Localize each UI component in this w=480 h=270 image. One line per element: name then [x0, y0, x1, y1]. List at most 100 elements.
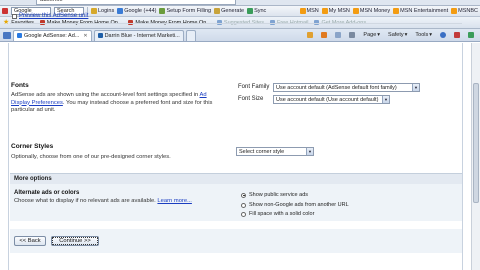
chevron-down-icon: ▼ — [382, 96, 389, 103]
font-family-value: Use account default (AdSense default fon… — [276, 84, 397, 91]
safety-menu-label: Safety — [388, 32, 404, 38]
help-icon — [440, 32, 446, 38]
tab-darrin-blue[interactable]: Darrin Blue - Internet Marketi... — [93, 29, 184, 41]
scrollbar-thumb[interactable] — [473, 83, 479, 203]
preview-ad-link[interactable]: Preview this AdSense unit — [12, 13, 88, 19]
toolbar-msn-entertainment[interactable]: MSN Entertainment — [393, 8, 448, 14]
font-size-label: Font Size — [238, 96, 264, 102]
toolbar-my-msn[interactable]: My MSN — [321, 8, 350, 14]
radio-unselected-icon — [241, 202, 246, 208]
back-button[interactable]: << Back — [14, 236, 46, 246]
page-menu[interactable]: Page ▾ — [363, 32, 380, 38]
google-logo-icon — [2, 8, 8, 14]
toolbar-my-msn-label: My MSN — [328, 8, 350, 14]
continue-button[interactable]: Continue >> — [51, 236, 99, 246]
toolbar-form-filling[interactable]: Setup Form Filling — [159, 8, 211, 14]
star-icon: ★ — [3, 19, 10, 26]
toolbar-msn[interactable]: MSN — [299, 8, 319, 14]
mail-icon — [335, 32, 342, 38]
blog-favicon-icon — [97, 33, 103, 38]
chevron-down-icon: ▾ — [429, 32, 432, 38]
toolbar-msn-money-label: MSN Money — [359, 8, 391, 14]
toolbar-logins[interactable]: Logins — [91, 8, 114, 14]
font-size-value: Use account default (Use account default… — [276, 96, 379, 103]
chevron-down-icon: ▾ — [377, 32, 381, 38]
toolbar-generate-label: Generate — [221, 8, 245, 14]
toolbar-logins-label: Logins — [98, 8, 115, 14]
command-bar: Page ▾ Safety ▾ Tools ▾ — [307, 32, 480, 38]
radio-solid-color[interactable]: Fill space with a solid color — [241, 211, 314, 217]
radio-public-service-ads-label: Show public service ads — [249, 192, 309, 198]
google-favicon-icon — [17, 33, 22, 38]
messenger-icon — [468, 32, 474, 38]
corner-style-select[interactable]: Select corner style ▼ — [236, 147, 314, 156]
toolbar-google-44-label: Google (+44) — [124, 8, 157, 14]
learn-more-link[interactable]: Learn more... — [157, 198, 191, 204]
google-g-icon — [117, 8, 124, 14]
mail-button[interactable] — [335, 32, 342, 38]
help-button[interactable] — [440, 32, 446, 38]
key-icon — [91, 8, 97, 14]
alternate-ads-description: Choose what to display if no relevant ad… — [14, 198, 239, 206]
corner-style-value: Select corner style — [239, 148, 285, 155]
print-button[interactable] — [349, 32, 356, 38]
form-icon — [159, 8, 166, 14]
tools-menu[interactable]: Tools ▾ — [415, 32, 432, 38]
toolbar-sync-label: Sync — [254, 8, 267, 14]
msn-butterfly-icon — [451, 8, 458, 14]
sync-icon — [247, 8, 254, 14]
page-scrollbar[interactable] — [471, 43, 480, 270]
fonts-text-before: AdSense ads are shown using the account-… — [11, 92, 200, 98]
chevron-down-icon: ▼ — [412, 84, 419, 91]
msn-butterfly-icon — [321, 8, 328, 14]
more-options-heading: More options — [14, 176, 52, 182]
toolbar-msnbc-label: MSNBC — [458, 8, 478, 14]
alternate-ads-heading: Alternate ads or colors — [14, 190, 80, 196]
close-tab-icon[interactable]: ✕ — [83, 33, 87, 39]
corner-styles-heading: Corner Styles — [11, 143, 54, 150]
research-icon — [454, 32, 460, 38]
radio-solid-color-label: Fill space with a solid color — [249, 211, 315, 217]
radio-public-service-ads[interactable]: Show public service ads — [241, 192, 308, 198]
address-bar[interactable] — [36, 0, 236, 5]
messenger-button[interactable] — [468, 32, 474, 38]
alternate-ads-text: Choose what to display if no relevant ad… — [14, 198, 156, 204]
home-icon — [307, 32, 314, 38]
home-button[interactable] — [307, 32, 314, 38]
preview-checkbox-icon — [12, 13, 17, 19]
font-size-select[interactable]: Use account default (Use account default… — [273, 95, 390, 104]
tab-darrin-blue-label: Darrin Blue - Internet Marketi... — [104, 32, 180, 39]
divider — [10, 23, 462, 24]
fonts-heading: Fonts — [11, 82, 29, 89]
chevron-down-icon: ▾ — [404, 32, 408, 38]
feeds-icon — [321, 32, 328, 38]
toolbar-sync[interactable]: Sync — [247, 8, 266, 14]
msn-butterfly-icon — [299, 8, 306, 14]
toolbar-generate[interactable]: Generate — [214, 8, 244, 14]
toolbar-msnbc[interactable]: MSNBC — [451, 8, 480, 14]
tab-list-icon[interactable] — [3, 31, 11, 39]
chevron-down-icon: ▼ — [306, 148, 313, 155]
toolbar-form-filling-label: Setup Form Filling — [166, 8, 212, 14]
fonts-description: AdSense ads are shown using the account-… — [11, 92, 223, 115]
corner-styles-description: Optionally, choose from one of our pre-d… — [11, 154, 171, 160]
print-icon — [349, 32, 356, 38]
tab-adsense[interactable]: Google AdSense: Ad... ✕ — [13, 29, 92, 41]
toolbar-msn-money[interactable]: MSN Money — [352, 8, 391, 14]
safety-menu[interactable]: Safety ▾ — [388, 32, 407, 38]
radio-non-google-ads[interactable]: Show non-Google ads from another URL — [241, 202, 349, 208]
feeds-button[interactable] — [321, 32, 328, 38]
font-family-select[interactable]: Use account default (AdSense default fon… — [273, 83, 420, 92]
generate-icon — [214, 8, 221, 14]
preview-ad-link-label: Preview this AdSense unit — [19, 13, 89, 19]
radio-selected-icon — [241, 192, 246, 198]
more-options-header: More options — [10, 173, 462, 184]
research-button[interactable] — [454, 32, 460, 38]
tab-adsense-label: Google AdSense: Ad... — [24, 32, 80, 39]
page-menu-label: Page — [363, 32, 377, 38]
toolbar-google-44[interactable]: Google (+44) — [117, 8, 156, 14]
new-tab-button[interactable] — [185, 29, 196, 41]
msn-butterfly-icon — [393, 8, 400, 14]
toolbar-msn-label: MSN — [306, 8, 319, 14]
toolbar-msn-entertainment-label: MSN Entertainment — [400, 8, 449, 14]
